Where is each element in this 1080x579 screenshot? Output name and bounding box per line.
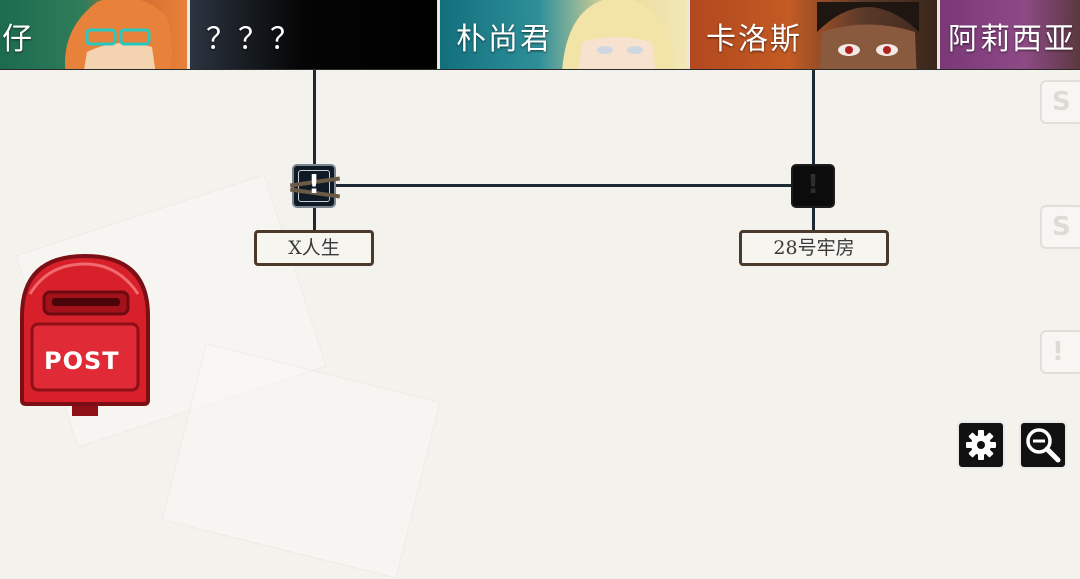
background-paper: [161, 343, 441, 579]
mailbox-label: POST: [44, 347, 120, 375]
side-chapter-button[interactable]: !: [1040, 330, 1080, 374]
story-node-label[interactable]: 28号牢房: [739, 230, 889, 266]
character-tab-0[interactable]: 仔: [0, 0, 190, 69]
character-name: 朴尚君: [456, 22, 552, 57]
gear-icon: [966, 430, 996, 460]
post-mailbox-button[interactable]: [18, 254, 152, 416]
settings-button[interactable]: [957, 421, 1005, 469]
zoom-out-icon: [1026, 428, 1061, 463]
zoom-out-button[interactable]: [1019, 421, 1067, 469]
story-node-label[interactable]: X人生: [254, 230, 374, 266]
character-name: 卡洛斯: [706, 22, 802, 57]
character-name: 阿莉西亚: [948, 22, 1076, 57]
connector-line: [812, 208, 815, 230]
character-name: 仔: [2, 22, 34, 57]
character-portrait: [65, 0, 172, 69]
character-tab-bar: 仔 ？？？ 朴尚君 卡洛斯 阿莉西亚: [0, 0, 1080, 70]
story-node-x-life[interactable]: !: [289, 164, 341, 208]
character-portrait: [817, 2, 919, 69]
connector-line: [313, 208, 316, 230]
side-chapter-button[interactable]: S: [1040, 80, 1080, 124]
exclamation-icon: !: [807, 170, 819, 200]
character-name: ？？？: [206, 22, 302, 57]
exclamation-icon: !: [308, 170, 320, 200]
story-flowchart: ! X人生 ! 28号牢房 S S !: [0, 70, 1080, 579]
character-tab-4[interactable]: 阿莉西亚: [940, 0, 1080, 69]
connector-line: [313, 70, 316, 164]
story-node-cell-28[interactable]: !: [791, 164, 835, 208]
character-tab-2[interactable]: 朴尚君: [440, 0, 690, 69]
connector-line: [812, 70, 815, 164]
character-portrait: [562, 0, 675, 69]
character-tab-3[interactable]: 卡洛斯: [690, 0, 940, 69]
character-tab-1[interactable]: ？？？: [190, 0, 440, 69]
connector-line: [336, 184, 791, 187]
side-chapter-button[interactable]: S: [1040, 205, 1080, 249]
